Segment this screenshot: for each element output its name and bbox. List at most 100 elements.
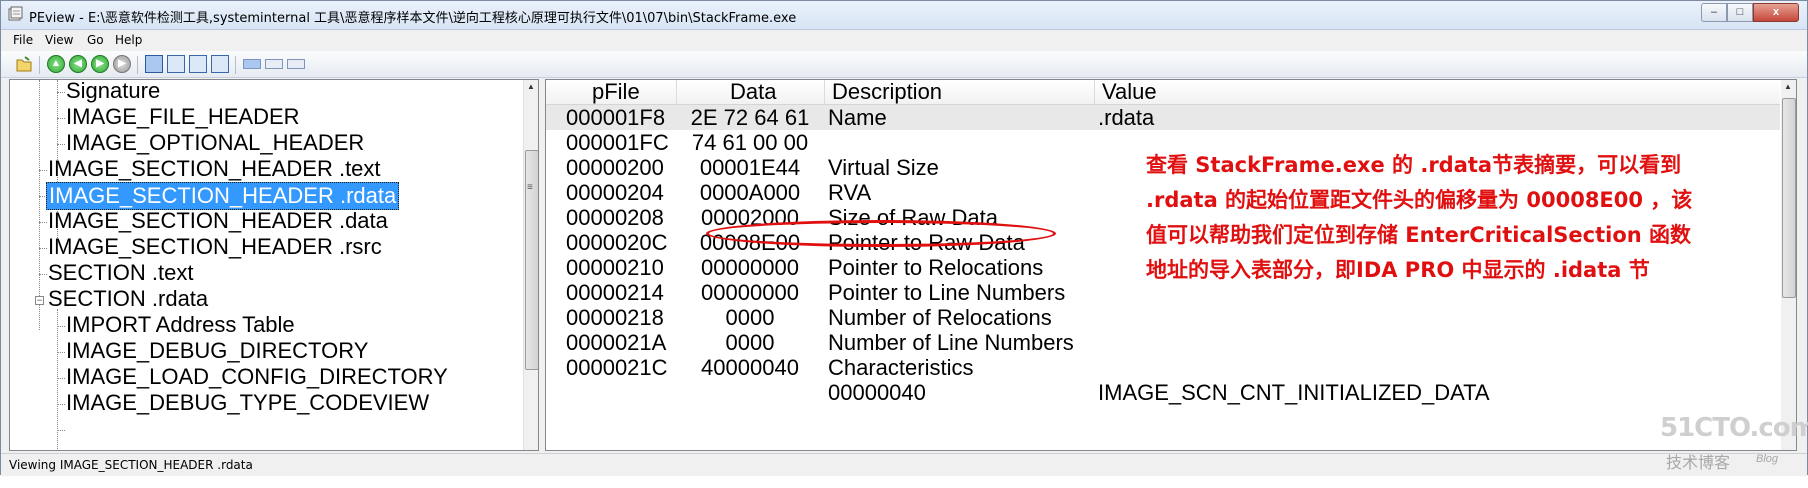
close-button[interactable]: x bbox=[1753, 3, 1799, 22]
cell-description: Pointer to Relocations bbox=[828, 255, 1044, 280]
tree-scrollbar[interactable]: ▲ ≡ bbox=[523, 80, 538, 450]
cell-data: 0000A000 bbox=[699, 180, 801, 205]
section-tree[interactable]: − Signature IMAGE_FILE_HEADER IMAGE_OPTI… bbox=[9, 79, 539, 451]
cell-pfile: 000001FC bbox=[566, 130, 669, 155]
cell-data: 00001E44 bbox=[699, 155, 801, 180]
menu-file[interactable]: File bbox=[13, 33, 33, 47]
view-compact-icon[interactable] bbox=[265, 59, 283, 69]
mail-icon[interactable] bbox=[167, 55, 185, 73]
status-bar: Viewing IMAGE_SECTION_HEADER .rdata bbox=[1, 453, 1807, 476]
tree-item-section-header-data[interactable]: IMAGE_SECTION_HEADER .data bbox=[46, 208, 390, 234]
cell-pfile: 00000210 bbox=[566, 255, 664, 280]
cell-pfile: 00000218 bbox=[566, 305, 664, 330]
table-row[interactable]: 00000040 IMAGE_SCN_CNT_INITIALIZED_DATA bbox=[546, 380, 1780, 405]
tree-item-import-address-table[interactable]: IMPORT Address Table bbox=[64, 312, 297, 338]
cell-pfile: 00000208 bbox=[566, 205, 664, 230]
cell-description: Name bbox=[828, 105, 887, 130]
nav-forward-icon[interactable]: ▶ bbox=[91, 55, 109, 73]
annotation-line: 查看 StackFrame.exe 的 .rdata节表摘要，可以看到 bbox=[1146, 153, 1682, 177]
cell-value: .rdata bbox=[1098, 105, 1155, 130]
cell-description: Number of Line Numbers bbox=[828, 330, 1074, 355]
cell-description: Pointer to Line Numbers bbox=[828, 280, 1066, 305]
minimize-button[interactable]: ‒ bbox=[1701, 3, 1727, 22]
cell-data: 0000 bbox=[725, 330, 775, 355]
header-data[interactable]: Data bbox=[730, 80, 776, 104]
cell-description: Number of Relocations bbox=[828, 305, 1052, 330]
table-header: pFile Data Description Value bbox=[546, 80, 1780, 105]
menu-go[interactable]: Go bbox=[87, 33, 104, 47]
tree-item-image-debug-type-codeview[interactable]: IMAGE_DEBUG_TYPE_CODEVIEW bbox=[64, 390, 431, 416]
cell-data: 74 61 00 00 bbox=[691, 130, 809, 155]
cell-data: 00000000 bbox=[701, 255, 799, 280]
cell-data: 0000 bbox=[725, 305, 775, 330]
cell-pfile: 00000200 bbox=[566, 155, 664, 180]
tree-item-image-load-config-directory[interactable]: IMAGE_LOAD_CONFIG_DIRECTORY bbox=[64, 364, 450, 390]
cell-pfile: 0000020C bbox=[566, 230, 668, 255]
status-text: Viewing IMAGE_SECTION_HEADER .rdata bbox=[9, 458, 253, 472]
cell-pfile: 0000021A bbox=[566, 330, 667, 355]
view-hex-icon[interactable] bbox=[243, 59, 261, 69]
export-icon[interactable] bbox=[189, 55, 207, 73]
header-description[interactable]: Description bbox=[832, 80, 942, 104]
tree-item-section-header-rsrc[interactable]: IMAGE_SECTION_HEADER .rsrc bbox=[46, 234, 384, 260]
annotation-note: 查看 StackFrame.exe 的 .rdata节表摘要，可以看到 .rda… bbox=[1146, 148, 1706, 288]
table-row[interactable]: 00000218 0000 Number of Relocations bbox=[546, 305, 1780, 330]
maximize-button[interactable]: □ bbox=[1727, 3, 1753, 22]
menu-view[interactable]: View bbox=[45, 33, 73, 47]
highlight-oval bbox=[706, 220, 1056, 247]
grip-icon: ≡ bbox=[527, 182, 533, 193]
annotation-line: 地址的导入表部分，即IDA PRO 中显示的 .idata 节 bbox=[1146, 258, 1650, 282]
cell-pfile: 000001F8 bbox=[566, 105, 666, 130]
table-row[interactable]: 0000021A 0000 Number of Line Numbers bbox=[546, 330, 1780, 355]
peview-window: PEview - E:\恶意软件检测工具,systeminternal 工具\恶… bbox=[0, 0, 1808, 476]
tree-item-section-text[interactable]: SECTION .text bbox=[46, 260, 195, 286]
view-flat-icon[interactable] bbox=[287, 59, 305, 69]
scroll-up-icon[interactable]: ▲ bbox=[527, 82, 535, 91]
cell-description: 00000040 bbox=[828, 380, 926, 405]
title-bar[interactable]: PEview - E:\恶意软件检测工具,systeminternal 工具\恶… bbox=[1, 1, 1807, 30]
header-pfile[interactable]: pFile bbox=[592, 80, 640, 104]
toolbar: ▲ ◀ ▶ ▶ bbox=[1, 51, 1807, 78]
tree-item-section-rdata[interactable]: SECTION .rdata bbox=[46, 286, 210, 312]
watermark-sub: 技术博客 bbox=[1666, 453, 1731, 472]
watermark-blog: Blog bbox=[1756, 453, 1779, 465]
open-file-icon[interactable] bbox=[15, 55, 33, 73]
cell-value: IMAGE_SCN_CNT_INITIALIZED_DATA bbox=[1098, 380, 1490, 405]
watermark-logo: 51CTO.com 技术博客 Blog bbox=[1660, 413, 1808, 473]
nav-grey-icon[interactable]: ▶ bbox=[113, 55, 131, 73]
menu-bar: File View Go Help bbox=[1, 30, 1807, 50]
tree-item-image-optional-header[interactable]: IMAGE_OPTIONAL_HEADER bbox=[64, 130, 366, 156]
cell-description: Characteristics bbox=[828, 355, 974, 380]
cell-data: 00000000 bbox=[701, 280, 799, 305]
save-icon[interactable] bbox=[145, 55, 163, 73]
cell-pfile: 0000021C bbox=[566, 355, 668, 380]
annotation-line: .rdata 的起始位置距文件头的偏移量为 00008E00 ，该 bbox=[1146, 188, 1693, 212]
cell-description: Virtual Size bbox=[828, 155, 939, 180]
tree-item-signature[interactable]: Signature bbox=[64, 80, 162, 104]
tree-item-image-debug-directory[interactable]: IMAGE_DEBUG_DIRECTORY bbox=[64, 338, 370, 364]
cell-pfile: 00000214 bbox=[566, 280, 664, 305]
table-row[interactable]: 0000021C 40000040 Characteristics bbox=[546, 355, 1780, 380]
detail-scroll-thumb[interactable] bbox=[1782, 98, 1796, 298]
annotation-line: 值可以帮助我们定位到存储 EnterCriticalSection 函数 bbox=[1146, 223, 1692, 247]
tree-item-section-header-rdata[interactable]: IMAGE_SECTION_HEADER .rdata bbox=[46, 182, 400, 210]
table-row[interactable]: 000001F8 2E 72 64 61 Name .rdata bbox=[546, 105, 1780, 130]
cell-data: 2E 72 64 61 bbox=[690, 105, 810, 130]
detail-scrollbar[interactable]: ▲ bbox=[1781, 80, 1796, 450]
detail-table: pFile Data Description Value 000001F8 2E … bbox=[545, 79, 1797, 451]
collapse-icon[interactable]: − bbox=[35, 296, 44, 305]
nav-back-icon[interactable]: ◀ bbox=[69, 55, 87, 73]
nav-up-icon[interactable]: ▲ bbox=[47, 55, 65, 73]
window-title: PEview - E:\恶意软件检测工具,systeminternal 工具\恶… bbox=[29, 11, 797, 26]
watermark-main: 51CTO.com bbox=[1660, 413, 1808, 443]
scroll-up-icon[interactable]: ▲ bbox=[1784, 82, 1792, 91]
cell-data: 40000040 bbox=[701, 355, 799, 380]
tree-item-section-header-text[interactable]: IMAGE_SECTION_HEADER .text bbox=[46, 156, 383, 182]
peview-app-icon bbox=[8, 6, 23, 21]
cell-pfile: 00000204 bbox=[566, 180, 664, 205]
menu-help[interactable]: Help bbox=[115, 33, 142, 47]
cell-description: RVA bbox=[828, 180, 872, 205]
header-value[interactable]: Value bbox=[1102, 80, 1157, 104]
import-icon[interactable] bbox=[211, 55, 229, 73]
tree-item-image-file-header[interactable]: IMAGE_FILE_HEADER bbox=[64, 104, 302, 130]
